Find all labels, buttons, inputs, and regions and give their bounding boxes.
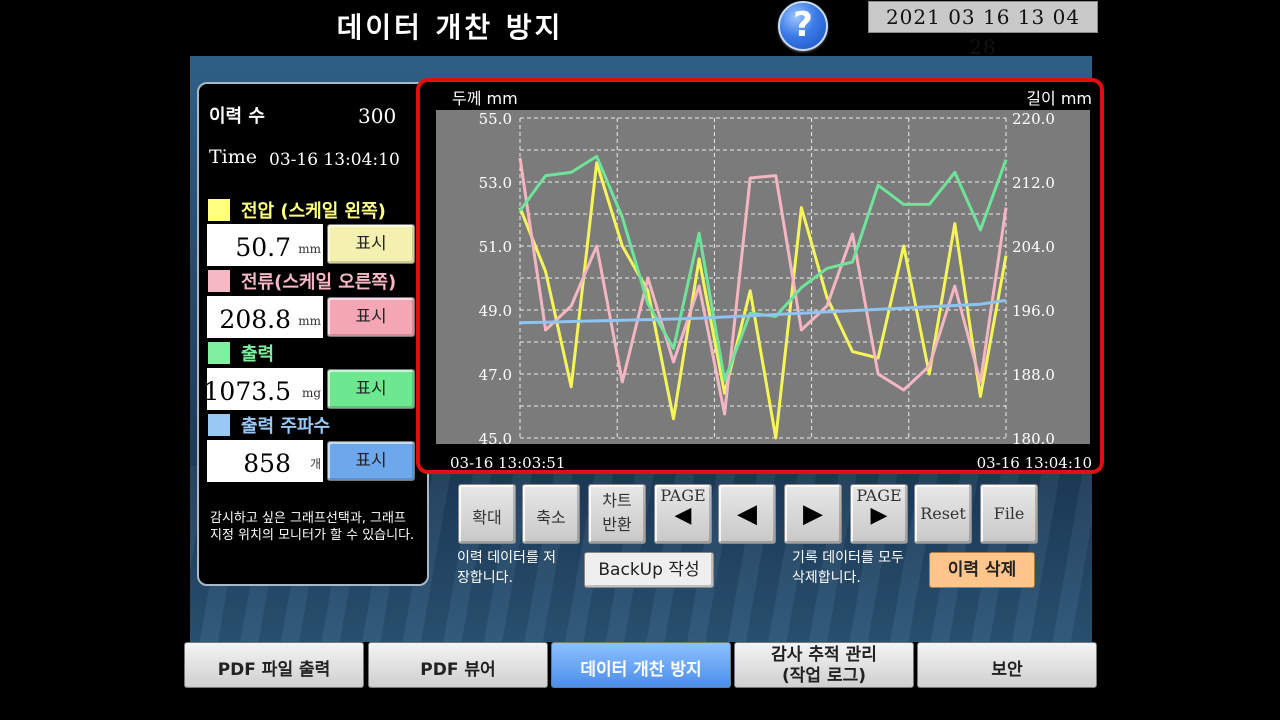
backup-button[interactable]: BackUp 작성 [584, 552, 714, 588]
panel-note: 감시하고 싶은 그래프선택과, 그래프 지정 위치의 모니터가 할 수 있습니다… [210, 511, 415, 543]
time-value: 03-16 13:04:10 [269, 150, 400, 170]
frequency-show-button[interactable]: 표시 [327, 441, 415, 481]
output-value-box: 1073.5 mg [203, 368, 323, 410]
frequency-label: 출력 주파수 [241, 416, 331, 437]
page-next-button[interactable]: PAGE ▶ [850, 484, 908, 544]
legend-current: 전류(스케일 오른쪽) [208, 268, 418, 294]
prev-button[interactable]: ◀ [718, 484, 776, 544]
next-arrow-icon: ▶ [803, 499, 823, 529]
time-label: Time [209, 146, 258, 168]
file-label: File [993, 504, 1025, 523]
zoom-out-button[interactable]: 축소 [522, 484, 580, 544]
zoom-in-label: 확대 [472, 508, 502, 527]
y-right-tick-label: 180.0 [1012, 430, 1055, 448]
help-button[interactable]: ? [778, 1, 828, 51]
plot-background [436, 110, 1090, 444]
y-right-tick-label: 212.0 [1012, 174, 1055, 192]
history-count-label: 이력 수 [209, 106, 265, 127]
output-swatch [208, 342, 230, 364]
voltage-value-box: 50.7 mm [207, 224, 323, 266]
trend-chart-frame: 55.0 53.0 51.0 49.0 47.0 45.0 220.0 212.0 204.0 1… [416, 78, 1104, 474]
voltage-value: 50.7 [235, 233, 291, 262]
voltage-unit: mm [298, 242, 321, 256]
backup-hint: 이력 데이터를 저장합니다. [457, 550, 557, 586]
output-label: 출력 [241, 344, 275, 365]
page-title: 데이터 개찬 방지 [336, 11, 564, 44]
nav-pdf-viewer[interactable]: PDF 뷰어 [368, 642, 548, 688]
nav-audit-trail[interactable]: 감사 추적 관리 (작업 로그) [734, 642, 914, 688]
prev-arrow-icon: ◀ [737, 499, 757, 529]
frequency-unit: 개 [309, 457, 321, 471]
chart-switch-label-1: 차트 [602, 491, 632, 510]
chart-switch-button[interactable]: 차트반환 [588, 484, 646, 544]
y-left-axis-label: 두께 mm [452, 89, 518, 108]
y-left-tick-label: 51.0 [479, 238, 512, 256]
legend-output: 출력 [208, 340, 418, 366]
zoom-out-label: 축소 [536, 508, 566, 527]
current-value: 208.8 [219, 305, 291, 334]
frequency-value-box: 858 개 [207, 440, 323, 482]
legend-voltage: 전압 (스케일 왼쪽) [208, 197, 418, 223]
frequency-value: 858 [243, 449, 291, 478]
page-prev-arrow-icon: ◀ [674, 503, 692, 528]
nav-tamper-label: 데이터 개찬 방지 [580, 660, 702, 680]
current-value-box: 208.8 mm [207, 296, 323, 338]
chart-switch-label-2: 반환 [602, 515, 632, 534]
current-show-button[interactable]: 표시 [327, 297, 415, 337]
y-right-tick-label: 204.0 [1012, 238, 1055, 256]
nav-tamper-prevention[interactable]: 데이터 개찬 방지 [551, 642, 731, 688]
current-swatch [208, 270, 230, 292]
trend-chart[interactable]: 55.0 53.0 51.0 49.0 47.0 45.0 220.0 212.0 204.0 1… [420, 82, 1100, 470]
frequency-swatch [208, 414, 230, 436]
output-unit: mg [301, 386, 321, 400]
y-left-tick-label: 49.0 [479, 302, 512, 320]
x-start-label: 03-16 13:03:51 [450, 454, 565, 470]
next-button[interactable]: ▶ [784, 484, 842, 544]
y-left-tick-label: 53.0 [479, 174, 512, 192]
current-label: 전류(스케일 오른쪽) [241, 272, 397, 293]
x-end-label: 03-16 13:04:10 [977, 454, 1092, 470]
nav-pdf-viewer-label: PDF 뷰어 [420, 660, 496, 680]
reset-label: Reset [920, 504, 966, 523]
history-count-value: 300 [358, 104, 397, 128]
zoom-in-button[interactable]: 확대 [458, 484, 516, 544]
current-unit: mm [298, 314, 321, 328]
y-left-tick-label: 47.0 [479, 366, 512, 384]
delete-history-button[interactable]: 이력 삭제 [929, 552, 1035, 588]
y-left-tick-label: 55.0 [479, 110, 512, 128]
output-value: 1073.5 [203, 377, 291, 406]
voltage-label: 전압 (스케일 왼쪽) [241, 201, 386, 222]
nav-security[interactable]: 보안 [917, 642, 1097, 688]
delete-hint: 기록 데이터를 모두 삭제합니다. [792, 550, 904, 586]
y-right-tick-label: 188.0 [1012, 366, 1055, 384]
y-right-tick-label: 196.0 [1012, 302, 1055, 320]
nav-audit-label-2: (작업 로그) [781, 666, 867, 686]
page-next-arrow-icon: ▶ [870, 503, 888, 528]
y-right-tick-label: 220.0 [1012, 110, 1055, 128]
voltage-swatch [208, 199, 230, 221]
legend-frequency: 출력 주파수 [208, 412, 418, 438]
reset-button[interactable]: Reset [914, 484, 972, 544]
nav-audit-label-1: 감사 추적 관리 [771, 645, 877, 665]
nav-security-label: 보안 [991, 660, 1023, 680]
datetime-display: 2021 03 16 13 04 28 [868, 1, 1098, 59]
page-prev-button[interactable]: PAGE ◀ [654, 484, 712, 544]
y-right-axis-label: 길이 mm [1026, 89, 1092, 108]
output-show-button[interactable]: 표시 [327, 369, 415, 409]
voltage-show-button[interactable]: 표시 [327, 224, 415, 264]
file-button[interactable]: File [980, 484, 1038, 544]
nav-pdf-output[interactable]: PDF 파일 출력 [184, 642, 364, 688]
nav-pdf-output-label: PDF 파일 출력 [217, 660, 331, 680]
y-left-tick-label: 45.0 [479, 430, 512, 448]
